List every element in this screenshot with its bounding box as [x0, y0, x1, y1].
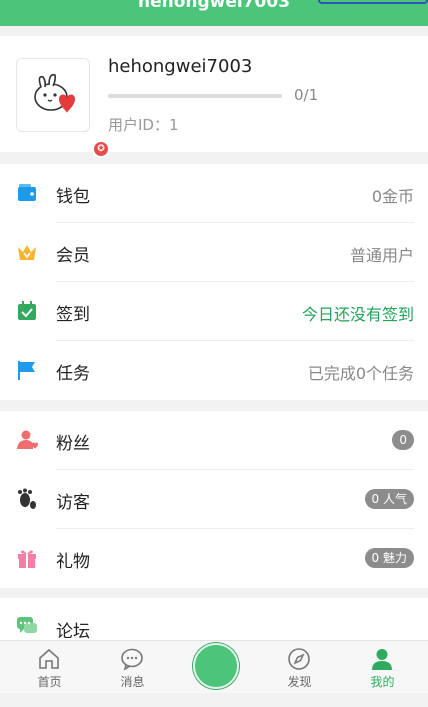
menu-item-label: 粉丝	[56, 434, 90, 454]
level-badge-icon: ✪	[92, 140, 110, 158]
menu-item-label: 任务	[56, 364, 90, 384]
username: hehongwei7003	[108, 56, 253, 77]
calendar-check-icon	[18, 301, 36, 320]
profile-card[interactable]: ✪ hehongwei7003 0/1 用户ID：1	[0, 36, 428, 158]
menu-item-membership[interactable]: 会员 普通用户	[0, 223, 428, 282]
exp-progress-bar	[108, 94, 282, 98]
menu-item-visitors[interactable]: 访客 0 人气	[0, 470, 428, 529]
flag-icon	[18, 361, 35, 380]
bunny-heart-icon	[34, 73, 75, 113]
crown-icon	[18, 245, 36, 260]
charm-badge: 0 魅力	[364, 548, 414, 568]
fans-icon	[17, 430, 38, 449]
footprint-icon	[18, 488, 36, 509]
center-action-button[interactable]	[193, 643, 239, 689]
tasks-status-value: 已完成0个任务	[307, 364, 414, 383]
social-menu-group: 粉丝 0 访客 0 人气 礼物 0 魅力	[0, 411, 428, 588]
forum-icon	[17, 617, 37, 633]
menu-item-label: 签到	[56, 305, 90, 325]
menu-item-label: 论坛	[56, 622, 90, 640]
menu-item-forum[interactable]: 论坛	[0, 598, 428, 640]
menu-item-wallet[interactable]: 钱包 0金币	[0, 164, 428, 223]
tab-label: 首页	[37, 675, 62, 689]
menu-item-checkin[interactable]: 签到 今日还没有签到	[0, 282, 428, 341]
checkin-status-value: 今日还没有签到	[301, 305, 414, 324]
menu-item-label: 会员	[56, 246, 90, 266]
top-header: hehongwei7003	[0, 0, 428, 26]
menu-item-fans[interactable]: 粉丝 0	[0, 411, 428, 470]
user-icon	[372, 649, 392, 670]
home-icon	[39, 648, 59, 669]
tab-label: 我的	[370, 675, 395, 689]
membership-level-value: 普通用户	[349, 246, 414, 265]
wallet-coins-value: 0金币	[371, 187, 414, 206]
menu-item-tasks[interactable]: 任务 已完成0个任务	[0, 341, 428, 400]
tab-discover[interactable]: 发现	[257, 641, 342, 694]
tab-home[interactable]: 首页	[7, 641, 92, 694]
compass-icon	[288, 648, 310, 670]
gift-icon	[18, 550, 36, 568]
tab-label: 消息	[120, 675, 145, 689]
exp-progress-text: 0/1	[294, 86, 319, 104]
account-menu-group: 钱包 0金币 会员 普通用户 签到 今日还没有签到 任务 已完成0个任务	[0, 164, 428, 400]
menu-item-label: 钱包	[56, 187, 90, 207]
fans-count-badge: 0	[392, 430, 414, 450]
popularity-badge: 0 人气	[364, 489, 414, 509]
header-action-button[interactable]	[318, 0, 428, 4]
menu-item-label: 访客	[56, 493, 90, 513]
menu-item-label: 礼物	[56, 552, 90, 572]
user-id: 用户ID：1	[108, 116, 179, 134]
menu-item-gifts[interactable]: 礼物 0 魅力	[0, 529, 428, 588]
wallet-icon	[18, 184, 36, 201]
tab-mine[interactable]: 我的	[340, 641, 425, 694]
community-menu-group: 论坛	[0, 598, 428, 640]
message-icon	[121, 648, 143, 671]
avatar[interactable]: ✪	[16, 58, 110, 158]
tab-messages[interactable]: 消息	[90, 641, 175, 694]
tab-label: 发现	[287, 675, 312, 689]
